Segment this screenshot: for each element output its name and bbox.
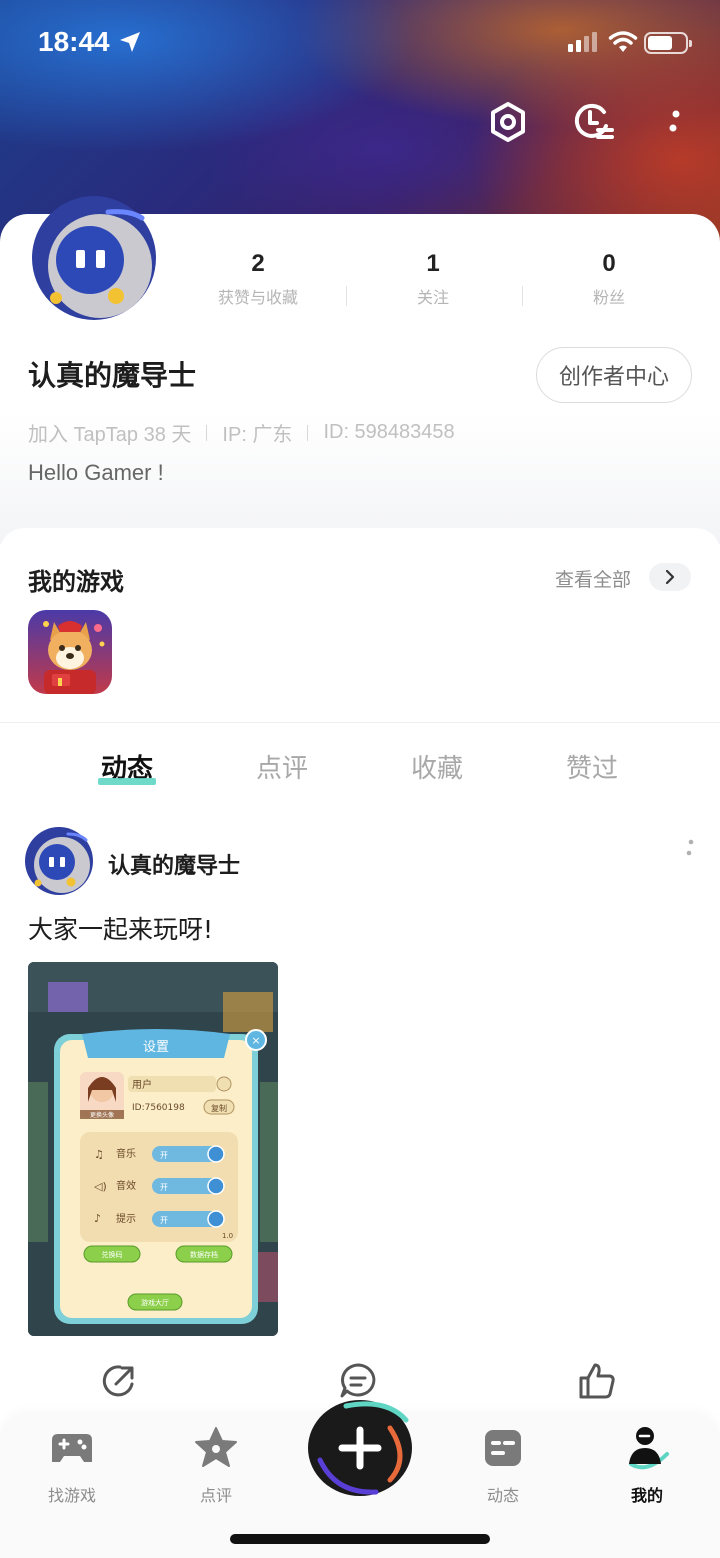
nav-profile[interactable]: 我的 — [597, 1424, 697, 1506]
nav-label: 找游戏 — [47, 1486, 96, 1505]
redeem-button-label: 兑换码 — [102, 1250, 123, 1259]
copy-label: 复制 — [211, 1103, 227, 1113]
nav-feed[interactable]: 动态 — [453, 1424, 553, 1506]
svg-text:♪: ♪ — [94, 1212, 101, 1225]
see-all-link[interactable]: 查看全部 — [555, 565, 631, 592]
stat-label: 获赞与收藏 — [217, 288, 298, 307]
nav-find-games[interactable]: 找游戏 — [22, 1424, 122, 1506]
stat-value: 2 — [251, 250, 265, 277]
stat-following[interactable]: 1 关注 — [363, 250, 503, 308]
avatar-caption: 更换头像 — [90, 1111, 114, 1119]
svg-text:◁): ◁) — [94, 1180, 107, 1193]
tab-reviews[interactable]: 点评 — [222, 748, 342, 785]
meta-divider — [307, 424, 309, 441]
dialog-title: 设置 — [143, 1040, 169, 1055]
game-user-id: ID:7560198 — [132, 1103, 185, 1113]
join-days: 加入 TapTap 38 天 — [28, 424, 192, 446]
svg-text:×: × — [251, 1034, 260, 1047]
post-text: 大家一起来玩呀! — [28, 915, 214, 944]
save-data-button-label: 数据存档 — [190, 1250, 218, 1259]
nav-label: 点评 — [199, 1486, 232, 1505]
location-arrow-icon — [120, 32, 140, 52]
chevron-right-icon[interactable] — [649, 563, 691, 591]
more-options-icon[interactable] — [652, 100, 696, 144]
setting-hint-label: 提示 — [116, 1213, 136, 1225]
gamepad-icon — [52, 1434, 92, 1462]
profile-icon — [629, 1427, 669, 1470]
comment-icon[interactable] — [337, 1360, 379, 1402]
feed-icon — [485, 1430, 521, 1466]
history-icon[interactable] — [570, 100, 614, 144]
user-id: ID: 598483458 — [323, 421, 455, 443]
profile-meta: 加入 TapTap 38 天 IP: 广东 ID: 598483458 — [28, 418, 455, 447]
battery-icon — [644, 32, 692, 54]
game-version: 1.0 — [222, 1232, 233, 1240]
stat-label: 粉丝 — [592, 288, 625, 307]
profile-username: 认真的魔导士 — [28, 359, 197, 392]
cellular-signal-icon — [568, 32, 597, 52]
nav-label: 我的 — [630, 1486, 663, 1505]
creator-center-button[interactable]: 创作者中心 — [536, 347, 692, 403]
user-label: 用户 — [132, 1078, 152, 1091]
home-indicator — [230, 1534, 490, 1544]
stat-divider — [522, 286, 523, 306]
setting-music-label: 音乐 — [116, 1147, 136, 1160]
svg-text:♫: ♫ — [94, 1148, 104, 1161]
status-bar: 18:44 — [0, 0, 720, 86]
nav-reviews[interactable]: 点评 — [166, 1424, 266, 1506]
tab-liked[interactable]: 赞过 — [532, 748, 652, 785]
status-time: 18:44 — [38, 26, 110, 57]
setting-music-value: 开 — [160, 1151, 168, 1160]
post-image[interactable]: 设置 × 更换头像 用户 ID:7560198 复制 ♫ 音乐 开 ◁) 音效 … — [28, 962, 278, 1336]
setting-sfx-label: 音效 — [116, 1179, 136, 1192]
post-author-avatar[interactable] — [24, 826, 94, 896]
stat-likes-favorites[interactable]: 2 获赞与收藏 — [188, 250, 328, 308]
settings-icon[interactable] — [486, 100, 530, 144]
post-more-icon[interactable] — [684, 838, 696, 860]
setting-hint-value: 开 — [160, 1216, 168, 1225]
stat-followers[interactable]: 0 粉丝 — [539, 250, 679, 308]
like-icon[interactable] — [576, 1360, 618, 1402]
lobby-button-label: 游戏大厅 — [141, 1298, 169, 1307]
my-games-title: 我的游戏 — [28, 568, 124, 596]
meta-divider — [206, 424, 208, 441]
stat-value: 1 — [426, 250, 440, 277]
active-tab-indicator — [98, 778, 156, 785]
create-post-button[interactable] — [306, 1398, 414, 1498]
stat-value: 0 — [602, 250, 616, 277]
ip-location: IP: 广东 — [222, 424, 293, 446]
share-icon[interactable] — [98, 1360, 140, 1402]
wifi-icon — [608, 31, 638, 52]
tab-favorites[interactable]: 收藏 — [377, 748, 497, 785]
setting-sfx-value: 开 — [160, 1183, 168, 1192]
stat-divider — [346, 286, 347, 306]
stat-label: 关注 — [416, 288, 449, 307]
game-app-icon[interactable] — [28, 610, 112, 694]
profile-bio: Hello Gamer ! — [28, 460, 164, 485]
game-settings-screenshot: 设置 × 更换头像 用户 ID:7560198 复制 ♫ 音乐 开 ◁) 音效 … — [28, 962, 278, 1336]
nav-label: 动态 — [486, 1486, 519, 1505]
section-divider — [0, 722, 720, 723]
star-icon — [195, 1427, 237, 1467]
post-author-name[interactable]: 认真的魔导士 — [108, 848, 240, 880]
user-avatar[interactable] — [30, 194, 158, 322]
